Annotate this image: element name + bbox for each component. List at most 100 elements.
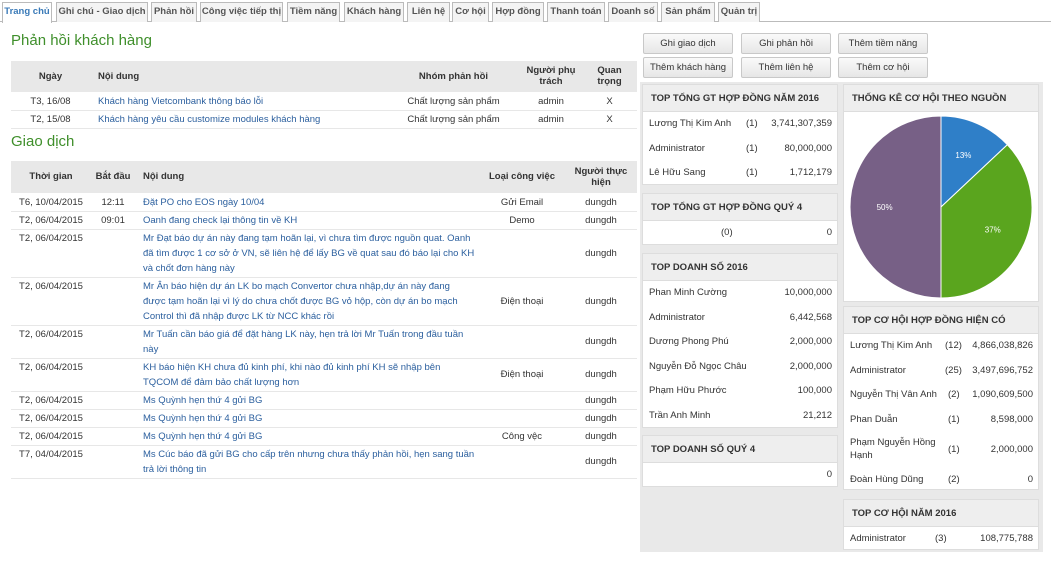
add-customer-button[interactable]: Thêm khách hàng — [643, 57, 733, 78]
log-feedback-button[interactable]: Ghi phản hồi — [741, 33, 831, 54]
tab-marketing-tasks[interactable]: Công việc tiếp thị — [200, 2, 283, 22]
list-item[interactable]: Phan Minh Cường 10,000,000 — [643, 281, 837, 306]
tab-customers[interactable]: Khách hàng — [344, 2, 404, 22]
pie-slice-label: 50% — [877, 203, 893, 212]
list-item[interactable]: Nguyễn Đỗ Ngọc Châu 2,000,000 — [643, 355, 837, 380]
feedback-section-title: Phản hồi khách hàng — [11, 32, 152, 49]
tx-start — [91, 325, 135, 359]
table-row[interactable]: T2, 06/04/2015 09:01 Oanh đang check lại… — [11, 211, 637, 230]
tx-content-link[interactable]: Ms Quỳnh hẹn thứ 4 gửi BG — [135, 409, 479, 428]
table-row[interactable]: T2, 06/04/2015 Mr Ân báo hiện dự án LK b… — [11, 277, 637, 326]
tx-content-link[interactable]: Oanh đang check lại thông tin về KH — [135, 211, 479, 230]
list-item[interactable]: Phạm Nguyễn Hồng Hạnh (1) 2,000,000 — [844, 432, 1038, 468]
feedback-content-link[interactable]: Khách hàng Vietcombank thông báo lỗi — [90, 92, 387, 111]
list-item[interactable]: Administrator (1) 80,000,000 — [643, 137, 837, 162]
add-opportunity-button[interactable]: Thêm cơ hội — [838, 57, 928, 78]
row-value: 0 — [826, 227, 832, 238]
list-item[interactable]: Administrator (3) 108,775,788 — [844, 527, 1038, 552]
tab-opportunities[interactable]: Cơ hội — [452, 2, 489, 22]
tx-type: Gửi Email — [479, 193, 565, 212]
row-value: 100,000 — [797, 385, 832, 396]
add-contact-button[interactable]: Thêm liên hệ — [741, 57, 831, 78]
tab-contracts[interactable]: Hợp đồng — [492, 2, 544, 22]
feedback-header-important[interactable]: Quan trọng — [582, 61, 637, 93]
list-item[interactable]: Lê Hữu Sang (1) 1,712,179 — [643, 161, 837, 186]
tab-sales[interactable]: Doanh số — [608, 2, 658, 22]
tab-contacts[interactable]: Liên hệ — [407, 2, 450, 22]
panel-top-sales-q4: TOP DOANH SỐ QUÝ 4 0 — [642, 435, 838, 487]
row-count: (1) — [746, 118, 758, 129]
pie-slice-label: 37% — [985, 225, 1001, 234]
table-row[interactable]: T3, 16/08 Khách hàng Vietcombank thông b… — [11, 92, 637, 111]
tab-home[interactable]: Trang chủ — [2, 2, 52, 23]
list-item[interactable]: Phạm Hữu Phước 100,000 — [643, 379, 837, 404]
list-item[interactable]: Đoàn Hùng Dũng (2) 0 — [844, 468, 1038, 493]
tx-content-link[interactable]: Mr Đạt báo dự án này đang tạm hoãn lại, … — [135, 229, 479, 278]
feedback-header-date[interactable]: Ngày — [11, 61, 90, 93]
row-value: 2,000,000 — [789, 360, 832, 372]
tx-content-link[interactable]: Đặt PO cho EOS ngày 10/04 — [135, 193, 479, 212]
tx-content-link[interactable]: KH báo hiện KH chưa đủ kinh phí, khi nào… — [135, 358, 479, 392]
tab-notes-transactions[interactable]: Ghi chú - Giao dịch — [56, 2, 148, 22]
tx-content-link[interactable]: Ms Cúc báo đã gửi BG cho cấp trên nhưng … — [135, 445, 479, 479]
tab-products[interactable]: Sản phẩm — [661, 2, 715, 22]
tx-header-start[interactable]: Bắt đầu — [91, 161, 135, 194]
tx-type: Điện thoại — [479, 277, 565, 326]
log-transaction-button[interactable]: Ghi giao dịch — [643, 33, 733, 54]
list-item[interactable]: Trần Anh Minh 21,212 — [643, 404, 837, 429]
tab-admin[interactable]: Quản trị — [718, 2, 760, 22]
tx-type — [479, 445, 565, 479]
table-row[interactable]: T6, 10/04/2015 12:11 Đặt PO cho EOS ngày… — [11, 193, 637, 212]
list-item[interactable]: (0) 0 — [643, 221, 837, 246]
tx-header-type[interactable]: Loại công việc — [479, 161, 565, 194]
tx-start: 09:01 — [91, 211, 135, 230]
tx-content-link[interactable]: Mr Tuấn cần báo giá để đặt hàng LK này, … — [135, 325, 479, 359]
tx-type — [479, 229, 565, 278]
table-row[interactable]: T2, 06/04/2015 KH báo hiện KH chưa đủ ki… — [11, 358, 637, 392]
list-item[interactable]: Phan Duẫn (1) 8,598,000 — [844, 408, 1038, 433]
table-row[interactable]: T2, 06/04/2015 Mr Đạt báo dự án này đang… — [11, 229, 637, 278]
row-value: 0 — [826, 469, 832, 480]
row-value: 6,442,568 — [789, 311, 832, 323]
pie-chart: 13% 37% 50% — [849, 115, 1033, 299]
list-item[interactable]: Administrator (25) 3,497,696,752 — [844, 359, 1038, 384]
panel-title: TOP DOANH SỐ 2016 — [643, 254, 837, 281]
tx-header-performer[interactable]: Người thực hiện — [565, 161, 637, 194]
tab-payments[interactable]: Thanh toán — [547, 2, 605, 22]
tx-performer: dungdh — [565, 211, 637, 230]
tx-content-link[interactable]: Mr Ân báo hiện dự án LK bo mạch Converto… — [135, 277, 479, 326]
tx-header-time[interactable]: Thời gian — [11, 161, 91, 194]
table-row[interactable]: T2, 06/04/2015 Ms Quỳnh hẹn thứ 4 gửi BG… — [11, 409, 637, 428]
list-item[interactable]: Nguyễn Thị Vân Anh (2) 1,090,609,500 — [844, 383, 1038, 408]
table-row[interactable]: T2, 15/08 Khách hàng yêu cầu customize m… — [11, 110, 637, 129]
list-item[interactable]: Lương Thị Kim Anh (12) 4,866,038,826 — [844, 334, 1038, 359]
row-count: (2) — [948, 474, 960, 485]
list-item[interactable]: 0 — [643, 463, 837, 488]
tx-performer: dungdh — [565, 391, 637, 410]
pie-slice[interactable] — [849, 115, 942, 299]
list-item[interactable]: Administrator 6,442,568 — [643, 306, 837, 331]
row-count: (1) — [948, 413, 960, 425]
tx-type: Demo — [479, 211, 565, 230]
tx-content-link[interactable]: Ms Quỳnh hẹn thứ 4 gửi BG — [135, 391, 479, 410]
feedback-content-link[interactable]: Khách hàng yêu cầu customize modules khá… — [90, 110, 387, 129]
table-row[interactable]: T2, 06/04/2015 Ms Quỳnh hẹn thứ 4 gửi BG… — [11, 427, 637, 446]
table-row[interactable]: T7, 04/04/2015 Ms Cúc báo đã gửi BG cho … — [11, 445, 637, 479]
tab-leads[interactable]: Tiềm năng — [287, 2, 340, 22]
add-lead-button[interactable]: Thêm tiềm năng — [838, 33, 928, 54]
tx-header-content[interactable]: Nội dung — [135, 161, 479, 194]
tab-feedback[interactable]: Phản hồi — [151, 2, 197, 22]
tx-start: 12:11 — [91, 193, 135, 212]
table-row[interactable]: T2, 06/04/2015 Mr Tuấn cần báo giá để đặ… — [11, 325, 637, 359]
tx-time: T6, 10/04/2015 — [11, 193, 91, 212]
list-item[interactable]: Lương Thị Kim Anh (1) 3,741,307,359 — [643, 112, 837, 137]
tx-content-link[interactable]: Ms Quỳnh hẹn thứ 4 gửi BG — [135, 427, 479, 446]
tx-type — [479, 409, 565, 428]
list-item[interactable]: Dương Phong Phú 2,000,000 — [643, 330, 837, 355]
feedback-header-content[interactable]: Nội dung — [90, 61, 387, 93]
feedback-header-group[interactable]: Nhóm phản hồi — [387, 61, 520, 93]
row-name: Đoàn Hùng Dũng — [850, 474, 924, 485]
tx-start — [91, 445, 135, 479]
table-row[interactable]: T2, 06/04/2015 Ms Quỳnh hẹn thứ 4 gửi BG… — [11, 391, 637, 410]
feedback-header-owner[interactable]: Người phụ trách — [520, 61, 582, 93]
